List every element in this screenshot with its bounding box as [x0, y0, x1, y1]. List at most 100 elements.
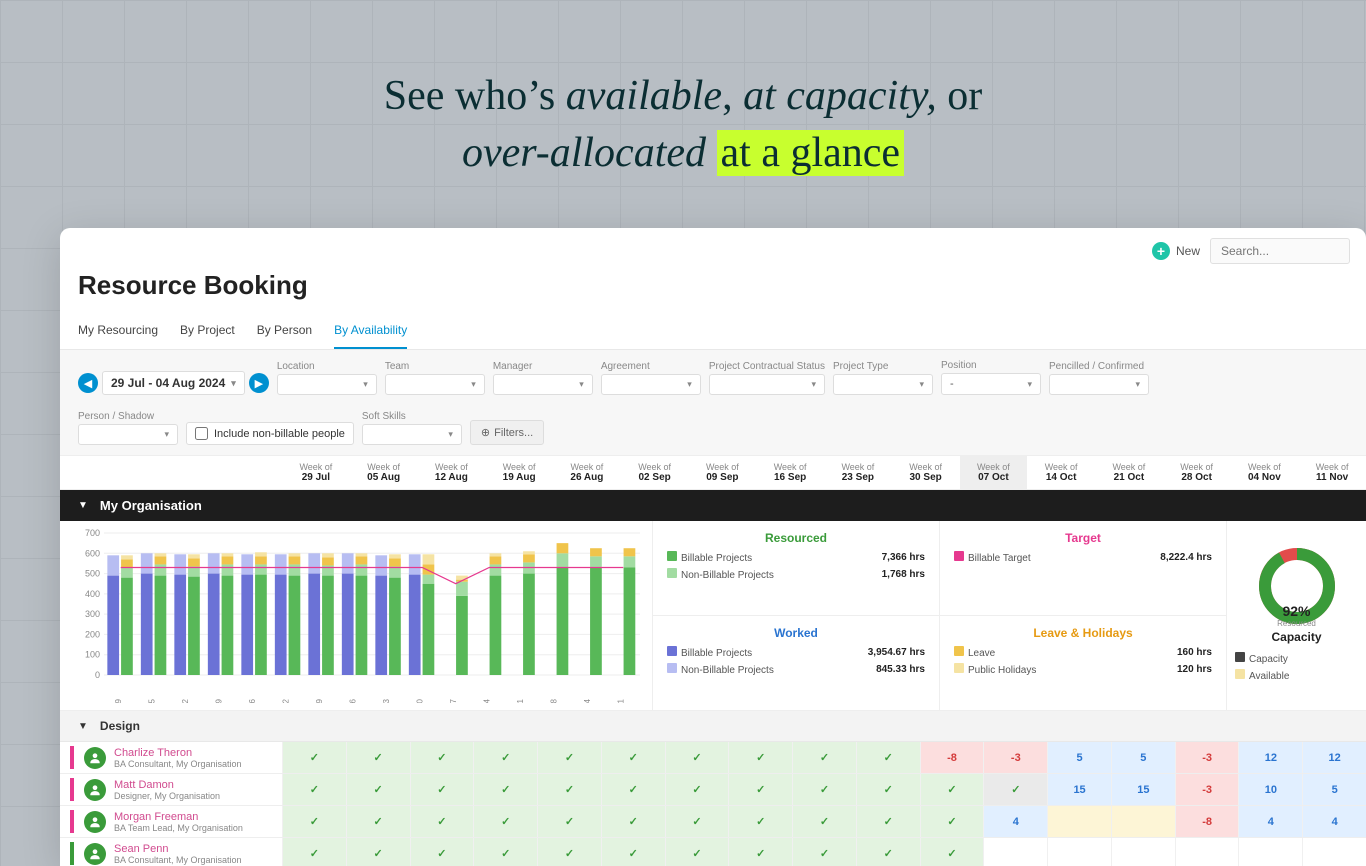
availability-cell[interactable]: 4	[1238, 806, 1302, 837]
availability-cell[interactable]	[665, 838, 729, 866]
availability-cell[interactable]	[792, 838, 856, 866]
ptype-filter[interactable]: ▾	[833, 374, 933, 395]
availability-cell[interactable]	[410, 742, 474, 773]
availability-cell[interactable]	[856, 838, 920, 866]
availability-cell[interactable]	[346, 806, 410, 837]
availability-cell[interactable]	[920, 774, 984, 805]
position-filter[interactable]: -▾	[941, 373, 1041, 395]
availability-cell[interactable]	[728, 838, 792, 866]
tab-by-availability[interactable]: By Availability	[334, 315, 407, 349]
availability-cell[interactable]: 10	[1238, 774, 1302, 805]
org-group-header[interactable]: ▼ My Organisation	[60, 490, 1366, 521]
person-shadow-filter[interactable]: ▾	[78, 424, 178, 445]
availability-cell[interactable]: 15	[1047, 774, 1111, 805]
availability-cell[interactable]	[792, 806, 856, 837]
week-column[interactable]: Week of19 Aug	[485, 456, 553, 489]
availability-cell[interactable]	[282, 774, 346, 805]
availability-cell[interactable]	[1302, 838, 1366, 866]
week-column[interactable]: Week of30 Sep	[892, 456, 960, 489]
week-column[interactable]: Week of02 Sep	[621, 456, 689, 489]
availability-cell[interactable]: 5	[1111, 742, 1175, 773]
person-info[interactable]: Charlize TheronBA Consultant, My Organis…	[60, 742, 282, 773]
week-column[interactable]: Week of21 Oct	[1095, 456, 1163, 489]
availability-cell[interactable]	[473, 838, 537, 866]
availability-cell[interactable]	[856, 806, 920, 837]
availability-cell[interactable]: 4	[983, 806, 1047, 837]
availability-cell[interactable]	[792, 742, 856, 773]
availability-cell[interactable]	[473, 742, 537, 773]
date-next-button[interactable]: ▶	[249, 373, 269, 393]
search-input[interactable]	[1210, 238, 1350, 264]
include-nonbillable-input[interactable]	[195, 427, 208, 440]
new-button[interactable]: + New	[1152, 242, 1200, 260]
availability-cell[interactable]: 12	[1238, 742, 1302, 773]
availability-cell[interactable]	[282, 806, 346, 837]
availability-cell[interactable]	[346, 838, 410, 866]
availability-cell[interactable]: -3	[1175, 742, 1239, 773]
week-column[interactable]: Week of16 Sep	[756, 456, 824, 489]
availability-cell[interactable]	[983, 838, 1047, 866]
availability-cell[interactable]	[537, 838, 601, 866]
team-filter[interactable]: ▾	[385, 374, 485, 395]
availability-cell[interactable]	[665, 742, 729, 773]
week-column[interactable]: Week of14 Oct	[1027, 456, 1095, 489]
availability-cell[interactable]	[1047, 838, 1111, 866]
week-column[interactable]: Week of07 Oct	[960, 456, 1028, 489]
availability-cell[interactable]	[1047, 806, 1111, 837]
week-column[interactable]: Week of11 Nov	[1298, 456, 1366, 489]
location-filter[interactable]: ▾	[277, 374, 377, 395]
availability-cell[interactable]	[601, 838, 665, 866]
tab-by-project[interactable]: By Project	[180, 315, 235, 349]
availability-cell[interactable]	[537, 806, 601, 837]
pencilled-filter[interactable]: ▾	[1049, 374, 1149, 395]
availability-cell[interactable]	[601, 806, 665, 837]
availability-cell[interactable]	[473, 774, 537, 805]
pcs-filter[interactable]: ▾	[709, 374, 825, 395]
availability-cell[interactable]	[346, 742, 410, 773]
availability-cell[interactable]	[537, 742, 601, 773]
availability-cell[interactable]	[346, 774, 410, 805]
availability-cell[interactable]	[665, 806, 729, 837]
availability-cell[interactable]	[728, 774, 792, 805]
week-column[interactable]: Week of26 Aug	[553, 456, 621, 489]
week-column[interactable]: Week of04 Nov	[1231, 456, 1299, 489]
availability-cell[interactable]	[665, 774, 729, 805]
availability-cell[interactable]	[537, 774, 601, 805]
availability-cell[interactable]	[282, 742, 346, 773]
soft-skills-filter[interactable]: ▾	[362, 424, 462, 445]
availability-cell[interactable]	[410, 838, 474, 866]
availability-cell[interactable]: 5	[1302, 774, 1366, 805]
date-range-select[interactable]: 29 Jul - 04 Aug 2024 ▾	[102, 371, 245, 395]
week-column[interactable]: Week of09 Sep	[689, 456, 757, 489]
agreement-filter[interactable]: ▾	[601, 374, 701, 395]
availability-cell[interactable]: -8	[1175, 806, 1239, 837]
availability-cell[interactable]: -8	[920, 742, 984, 773]
availability-cell[interactable]	[792, 774, 856, 805]
person-info[interactable]: Matt DamonDesigner, My Organisation	[60, 774, 282, 805]
availability-cell[interactable]	[1111, 806, 1175, 837]
availability-cell[interactable]	[856, 774, 920, 805]
availability-cell[interactable]	[410, 806, 474, 837]
availability-cell[interactable]: -3	[983, 742, 1047, 773]
week-column[interactable]: Week of23 Sep	[824, 456, 892, 489]
availability-cell[interactable]	[410, 774, 474, 805]
tab-my-resourcing[interactable]: My Resourcing	[78, 315, 158, 349]
availability-cell[interactable]: -3	[1175, 774, 1239, 805]
availability-cell[interactable]	[473, 806, 537, 837]
availability-cell[interactable]	[920, 838, 984, 866]
availability-cell[interactable]: 15	[1111, 774, 1175, 805]
availability-cell[interactable]	[601, 742, 665, 773]
week-column[interactable]: Week of29 Jul	[282, 456, 350, 489]
include-nonbillable-checkbox[interactable]: Include non-billable people	[186, 422, 354, 445]
team-group-header[interactable]: ▼ Design	[60, 711, 1366, 742]
availability-cell[interactable]: 4	[1302, 806, 1366, 837]
availability-cell[interactable]: 5	[1047, 742, 1111, 773]
tab-by-person[interactable]: By Person	[257, 315, 312, 349]
week-column[interactable]: Week of28 Oct	[1163, 456, 1231, 489]
availability-cell[interactable]	[282, 838, 346, 866]
date-prev-button[interactable]: ◀	[78, 373, 98, 393]
availability-cell[interactable]: 12	[1302, 742, 1366, 773]
availability-cell[interactable]	[920, 806, 984, 837]
more-filters-button[interactable]: ⊕ Filters...	[470, 420, 544, 445]
manager-filter[interactable]: ▾	[493, 374, 593, 395]
